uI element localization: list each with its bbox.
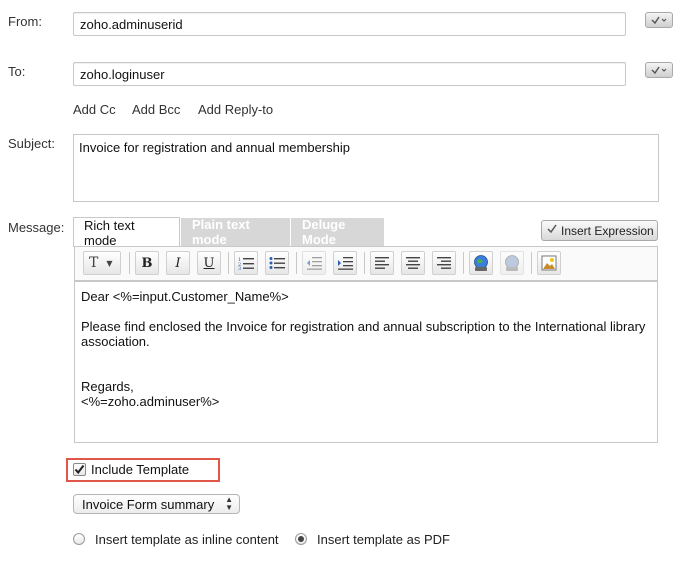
template-select-value: Invoice Form summary — [82, 496, 215, 512]
add-bcc-link[interactable]: Add Bcc — [132, 102, 180, 117]
to-label: To: — [8, 64, 26, 79]
bold-icon[interactable]: B — [135, 251, 159, 275]
from-field-value: zoho.adminuserid — [80, 16, 183, 32]
field-picker-icon — [650, 13, 668, 28]
subject-value: Invoice for registration and annual memb… — [79, 140, 350, 155]
message-label: Message: — [8, 220, 65, 235]
checkmark-icon — [74, 464, 85, 475]
tab-label: Deluge Mode — [302, 217, 346, 247]
text-format-icon[interactable]: T ▼ — [83, 251, 121, 275]
include-template-label: Include Template — [91, 462, 190, 477]
field-picker-icon — [650, 63, 668, 78]
editor-toolbar: T ▼ B I U 123 — [74, 246, 658, 281]
align-center-icon[interactable] — [401, 251, 425, 275]
from-picker-button[interactable] — [645, 12, 673, 28]
align-left-icon[interactable] — [370, 251, 394, 275]
remove-link-icon[interactable] — [500, 251, 524, 275]
message-line: Regards, — [81, 379, 134, 394]
expression-icon — [546, 223, 558, 238]
add-cc-link[interactable]: Add Cc — [73, 102, 116, 117]
tab-label: Rich text mode — [84, 217, 135, 248]
align-right-icon[interactable] — [432, 251, 456, 275]
insert-expression-label: Insert Expression — [561, 223, 654, 238]
outdent-icon[interactable] — [302, 251, 326, 275]
tab-label: Plain text mode — [192, 217, 250, 247]
indent-icon[interactable] — [333, 251, 357, 275]
tab-plain-text-mode[interactable]: Plain text mode — [181, 217, 290, 247]
insert-pdf-radio[interactable] — [295, 533, 307, 545]
add-reply-to-link[interactable]: Add Reply-to — [198, 102, 273, 117]
to-field[interactable]: zoho.loginuser — [73, 62, 626, 86]
tab-rich-text-mode[interactable]: Rich text mode — [73, 217, 180, 248]
subject-textarea[interactable]: Invoice for registration and annual memb… — [73, 134, 659, 202]
bulleted-list-icon[interactable] — [265, 251, 289, 275]
insert-inline-label: Insert template as inline content — [95, 532, 279, 547]
message-line: <%=zoho.adminuser%> — [81, 394, 220, 409]
select-arrows-icon: ▲ ▼ — [225, 495, 233, 512]
message-editor[interactable]: Dear <%=input.Customer_Name%> Please fin… — [74, 281, 658, 443]
to-picker-button[interactable] — [645, 62, 673, 78]
template-select[interactable]: Invoice Form summary ▲ ▼ — [73, 494, 240, 514]
tab-deluge-mode[interactable]: Deluge Mode — [291, 217, 384, 247]
svg-text:3: 3 — [238, 266, 241, 270]
to-field-value: zoho.loginuser — [80, 66, 165, 82]
numbered-list-icon[interactable]: 123 — [234, 251, 258, 275]
insert-expression-button[interactable]: Insert Expression — [541, 220, 658, 241]
from-field[interactable]: zoho.adminuserid — [73, 12, 626, 36]
insert-inline-radio[interactable] — [73, 533, 85, 545]
subject-label: Subject: — [8, 136, 55, 151]
insert-pdf-label: Insert template as PDF — [317, 532, 450, 547]
from-label: From: — [8, 14, 42, 29]
include-template-checkbox[interactable] — [73, 463, 86, 476]
insert-image-icon[interactable] — [537, 251, 561, 275]
italic-icon[interactable]: I — [166, 251, 190, 275]
message-line: Please find enclosed the Invoice for reg… — [81, 319, 646, 349]
insert-link-icon[interactable] — [469, 251, 493, 275]
underline-icon[interactable]: U — [197, 251, 221, 275]
message-line: Dear <%=input.Customer_Name%> — [81, 289, 289, 304]
